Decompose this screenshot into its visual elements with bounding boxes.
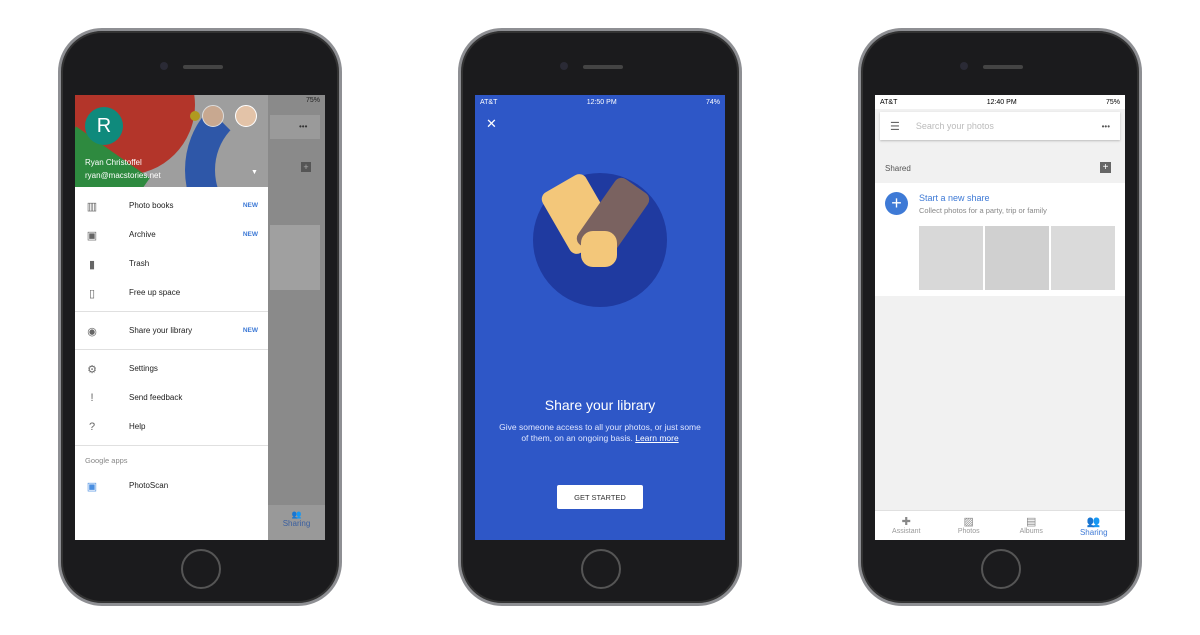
share-library-icon: ◉ xyxy=(87,325,97,338)
screen-2: AT&T 12:50 PM 74% ✕ Share your library Giv… xyxy=(475,95,725,540)
bottom-tab-bar: ✚ Assistant ▨ Photos ▤ Albums 👥 Sharing xyxy=(875,510,1125,540)
assistant-icon: ✚ xyxy=(901,516,911,528)
tab-albums[interactable]: ▤ Albums xyxy=(1000,515,1063,540)
drawer-item-help[interactable]: ? Help xyxy=(75,412,268,441)
drawer-item-share-library[interactable]: ◉ Share your library NEW xyxy=(75,316,268,345)
gear-icon: ⚙ xyxy=(87,363,97,376)
photo-book-icon: ▥ xyxy=(86,200,98,213)
add-icon[interactable]: + xyxy=(301,162,311,172)
trash-icon: ▮ xyxy=(88,258,96,271)
status-bar: AT&T 12:50 PM 74% xyxy=(480,98,720,106)
user-email: ryan@macstories.net xyxy=(85,171,161,180)
add-icon[interactable]: + xyxy=(1100,162,1111,173)
drawer-item-archive[interactable]: ▣ Archive NEW xyxy=(75,220,268,249)
tab-assistant[interactable]: ✚ Assistant xyxy=(875,515,938,540)
phone-2: AT&T 12:50 PM 74% ✕ Share your library Giv… xyxy=(458,28,742,606)
feedback-icon: ! xyxy=(90,391,94,404)
account-header[interactable]: R Ryan Christoffel ryan@macstories.net ▼ xyxy=(75,95,268,187)
title: Share your library xyxy=(544,397,656,413)
free-space-icon: ▯ xyxy=(88,287,96,300)
tab-sharing[interactable]: 👥 Sharing xyxy=(1063,515,1126,540)
sharing-icon: 👥 xyxy=(1086,516,1101,528)
description: Give someone access to all your photos, … xyxy=(499,422,701,443)
chevron-down-icon[interactable]: ▼ xyxy=(251,169,258,176)
albums-icon: ▤ xyxy=(1026,516,1037,528)
drawer-item-free-up-space[interactable]: ▯ Free up space xyxy=(75,278,268,307)
account-avatar[interactable] xyxy=(202,105,224,127)
drawer-item-send-feedback[interactable]: ! Send feedback xyxy=(75,383,268,412)
drawer-item-settings[interactable]: ⚙ Settings xyxy=(75,354,268,383)
tab-sharing[interactable]: 👥 Sharing xyxy=(268,505,325,540)
close-icon[interactable]: ✕ xyxy=(486,116,497,132)
home-button[interactable] xyxy=(981,549,1021,589)
new-share-subtitle: Collect photos for a party, trip or fami… xyxy=(919,206,1047,215)
photo-thumbnail xyxy=(1051,226,1115,290)
section-label: Shared xyxy=(885,164,911,173)
photo-thumbnail xyxy=(985,226,1049,290)
search-input[interactable]: Search your photos xyxy=(916,121,1102,131)
archive-icon: ▣ xyxy=(86,229,98,242)
photos-icon: ▨ xyxy=(963,516,974,528)
get-started-button[interactable]: GET STARTED xyxy=(557,485,643,509)
user-name: Ryan Christoffel xyxy=(85,158,142,167)
learn-more-link[interactable]: Learn more xyxy=(635,433,678,443)
help-icon: ? xyxy=(88,420,96,433)
home-button[interactable] xyxy=(581,549,621,589)
section-label: Google apps xyxy=(85,456,128,465)
drawer-item-trash[interactable]: ▮ Trash xyxy=(75,249,268,278)
menu-icon[interactable]: ☰ xyxy=(890,120,900,133)
new-share-title: Start a new share xyxy=(919,193,990,203)
phone-3: AT&T 12:40 PM 75% ☰ Search your photos •••… xyxy=(858,28,1142,606)
tab-photos[interactable]: ▨ Photos xyxy=(938,515,1001,540)
holding-hands-illustration xyxy=(533,171,667,307)
photoscan-icon: ▣ xyxy=(86,480,98,493)
drawer-item-photoscan[interactable]: ▣ PhotoScan xyxy=(75,471,268,500)
battery-status: 75% xyxy=(305,97,320,104)
plus-icon: + xyxy=(885,192,908,215)
new-share-card[interactable]: + Start a new share Collect photos for a… xyxy=(875,183,1125,296)
account-avatar[interactable] xyxy=(235,105,257,127)
drawer-item-photo-books[interactable]: ▥ Photo books NEW xyxy=(75,191,268,220)
navigation-drawer: R Ryan Christoffel ryan@macstories.net ▼… xyxy=(75,95,268,540)
more-icon[interactable]: ••• xyxy=(299,122,307,131)
search-bar[interactable]: ☰ Search your photos ••• xyxy=(880,112,1120,140)
status-bar: AT&T 12:40 PM 75% xyxy=(875,95,1125,109)
screen-3: AT&T 12:40 PM 75% ☰ Search your photos •••… xyxy=(875,95,1125,540)
avatar: R xyxy=(85,107,123,145)
screen-1: 75% ••• + 👥 Sharing R Ryan Christoffel ry… xyxy=(75,95,325,540)
phone-1: 75% ••• + 👥 Sharing R Ryan Christoffel ry… xyxy=(58,28,342,606)
home-button[interactable] xyxy=(181,549,221,589)
more-icon[interactable]: ••• xyxy=(1102,122,1110,131)
photo-thumbnail xyxy=(919,226,983,290)
